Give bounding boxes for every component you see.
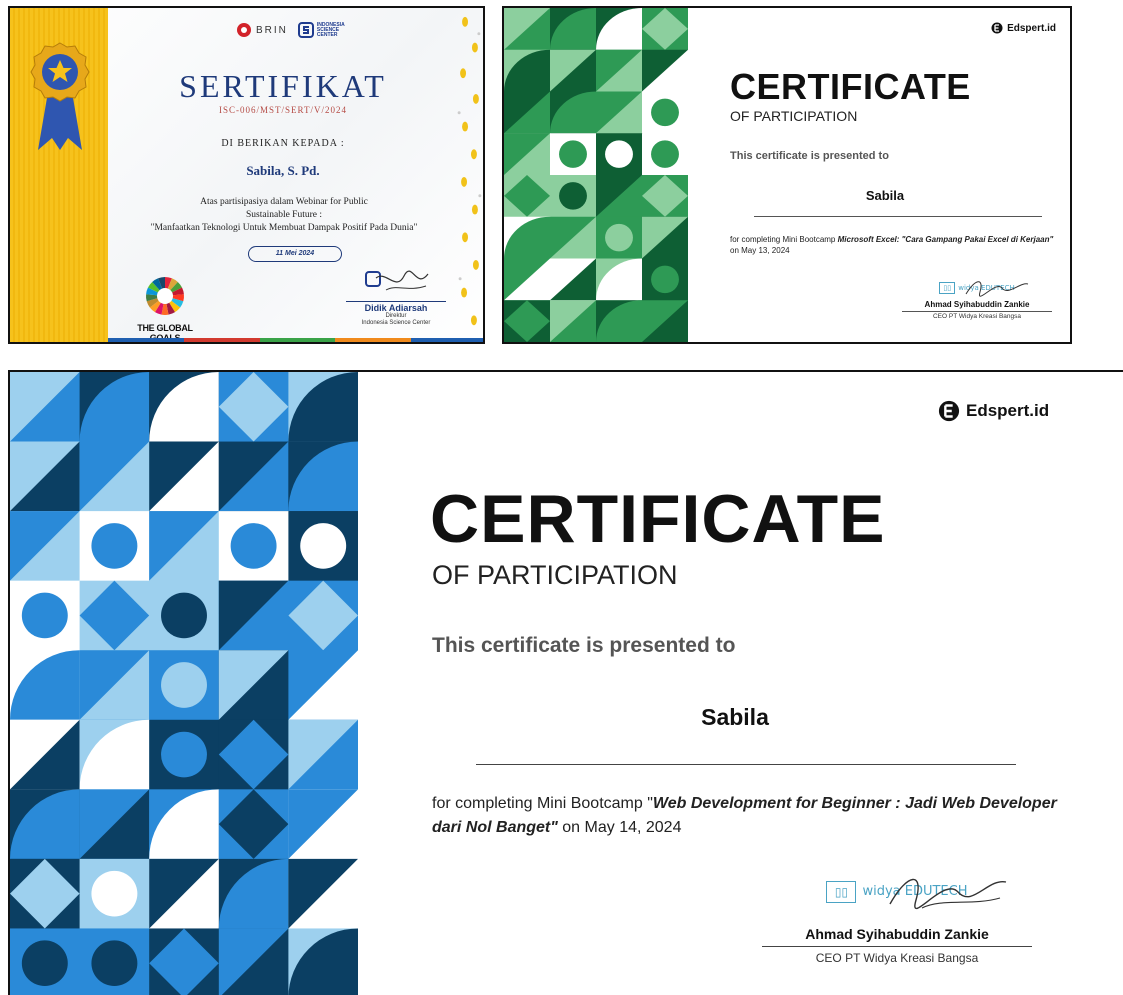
certificate-description: Atas partisipasiya dalam Webinar for Pub… xyxy=(150,197,418,233)
given-to-label: DI BERIKAN KEPADA : xyxy=(221,138,345,149)
book-icon: ▯▯ xyxy=(826,881,857,903)
divider xyxy=(476,764,1016,765)
signature-icon xyxy=(365,270,429,291)
global-goals-logo: THE GLOBAL GOALS xyxy=(130,276,200,342)
certificate-green: Edspert.id CERTIFICATE OF PARTICIPATION … xyxy=(502,6,1072,344)
award-ribbon-icon xyxy=(30,42,90,150)
brin-mark-icon xyxy=(237,23,251,37)
certificate-code: ISC-006/MST/SERT/V/2024 xyxy=(219,105,347,115)
signature-block: ▯▯ widya EDUTECH Ahmad Syihabuddin Zanki… xyxy=(762,868,1032,965)
certificate-subtitle: OF PARTICIPATION xyxy=(730,108,858,124)
signature-icon xyxy=(965,281,1029,297)
signature-icon xyxy=(889,878,1007,909)
global-goals-wheel-icon xyxy=(146,277,184,315)
isc-mark-icon xyxy=(297,22,314,38)
certificate-blue: Edspert.id CERTIFICATE OF PARTICIPATION … xyxy=(8,370,1123,995)
presented-to-label: This certificate is presented to xyxy=(432,634,736,657)
completion-text: for completing Mini Bootcamp Microsoft E… xyxy=(730,235,1054,255)
widya-edutech-logo: ▯▯ widya EDUTECH xyxy=(762,868,1032,916)
completion-text: for completing Mini Bootcamp "Web Develo… xyxy=(432,795,1057,836)
book-icon: ▯▯ xyxy=(939,282,956,294)
widya-edutech-logo: ▯▯ widya EDUTECH xyxy=(902,276,1052,300)
edspert-logo: Edspert.id xyxy=(991,22,1056,34)
certificate-subtitle: OF PARTICIPATION xyxy=(432,560,678,590)
edspert-logo: Edspert.id xyxy=(938,400,1049,422)
recipient-name: Sabila, S. Pd. xyxy=(246,163,320,178)
certificate-title: SERTIFIKAT xyxy=(179,68,387,104)
edspert-mark-icon xyxy=(938,400,960,422)
certificate-date: 11 Mei 2024 xyxy=(248,246,342,262)
blue-geometric-pattern xyxy=(10,372,358,995)
edspert-mark-icon xyxy=(991,22,1003,34)
brin-logo: BRIN xyxy=(236,22,288,38)
partner-logos: BRIN INDONESIA SCIENCE CENTER xyxy=(236,22,345,38)
color-bar xyxy=(108,338,483,342)
recipient-name: Sabila xyxy=(865,188,905,203)
certificate-title: CERTIFICATE xyxy=(730,66,971,107)
recipient-name: Sabila xyxy=(701,704,769,730)
decorative-dots xyxy=(457,16,482,326)
presented-to-label: This certificate is presented to xyxy=(730,150,889,162)
signature-block: ▯▯ widya EDUTECH Ahmad Syihabuddin Zanki… xyxy=(902,276,1052,320)
divider xyxy=(754,216,1042,217)
green-geometric-pattern xyxy=(504,8,688,342)
isc-logo: INDONESIA SCIENCE CENTER xyxy=(297,22,345,38)
course-name: Microsoft Excel: "Cara Gampang Pakai Exc… xyxy=(837,235,1054,244)
certificate-sertifikat: BRIN INDONESIA SCIENCE CENTER SERTIFIKAT… xyxy=(8,6,485,344)
signature-block: Didik Adiarsah Direktur Indonesia Scienc… xyxy=(346,270,446,327)
certificate-title: CERTIFICATE xyxy=(430,481,886,557)
